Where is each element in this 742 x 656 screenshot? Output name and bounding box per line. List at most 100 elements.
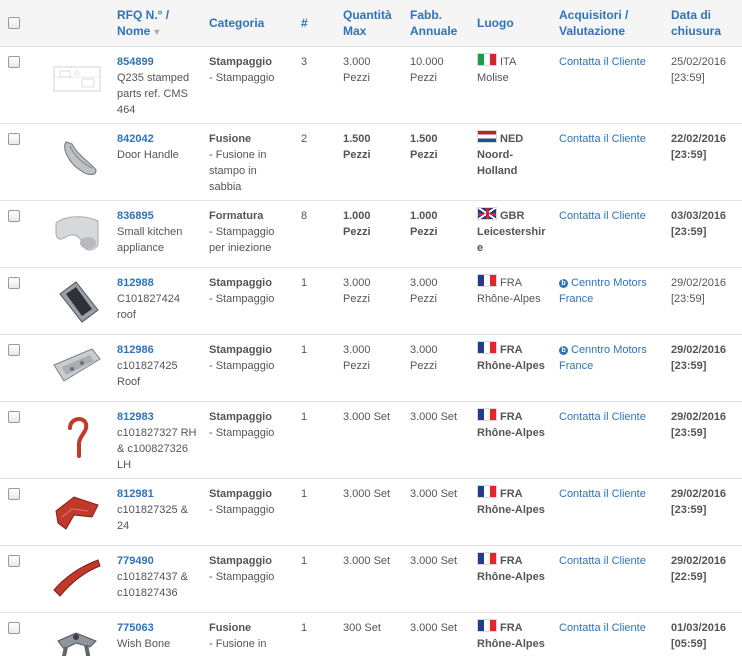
part-thumbnail[interactable] [52, 621, 102, 656]
header-buyers-rating[interactable]: Acquisitori / Valutazione [559, 7, 628, 39]
part-thumbnail[interactable] [52, 487, 102, 537]
subcategory-label: - Fusione in [209, 638, 267, 650]
count-value: 1 [301, 411, 308, 423]
row-checkbox[interactable] [8, 488, 20, 500]
contact-client-link: Contatta il Cliente [559, 133, 646, 145]
row-checkbox[interactable] [8, 210, 20, 222]
buyer-name-link: France [559, 293, 594, 305]
header-rfq-name[interactable]: RFQ N.° / Nome ▼ [117, 7, 169, 40]
header-annual-need[interactable]: Fabb. Annuale [410, 7, 457, 39]
category-label: Fusione [209, 133, 252, 145]
sort-desc-icon[interactable]: ▼ [152, 27, 161, 37]
table-row[interactable]: 842042 Door Handle Fusione - Fusione in stam… [0, 124, 742, 201]
rfq-name: LH [117, 459, 132, 471]
category-cell: Formatura - Stampaggio per iniezione [209, 208, 299, 256]
rfq-cell[interactable]: 854899 Q235 stamped parts ref. CMS 464 [117, 54, 207, 118]
part-thumbnail[interactable] [52, 554, 102, 604]
table-row[interactable]: 812981 c101827325 & 24 Stampaggio - Stampagg… [0, 479, 742, 546]
row-checkbox[interactable] [8, 277, 20, 289]
max-quantity-value: Pezzi [343, 360, 370, 372]
country-code: GBR [500, 210, 525, 222]
part-thumbnail[interactable] [52, 343, 102, 393]
table-header: RFQ N.° / Nome ▼ Categoria # Quantità Max… [0, 0, 742, 47]
table-row[interactable]: 812988 C101827424 roof Stampaggio - Stampagg… [0, 268, 742, 335]
buyer-cell[interactable]: Contatta il Cliente [559, 486, 669, 502]
subcategory-label: - Stampaggio [209, 293, 275, 305]
header-closing-date[interactable]: Data di chiusura [671, 7, 721, 39]
header-count[interactable]: # [301, 15, 308, 31]
annual-need-cell: 1.500 Pezzi [410, 131, 474, 163]
header-place[interactable]: Luogo [477, 15, 514, 31]
header-max-quantity[interactable]: Quantità Max [343, 7, 392, 39]
rfq-name: 24 [117, 520, 130, 532]
annual-need-value: 3.000 [410, 277, 438, 289]
buyer-cell[interactable]: Contatta il Cliente [559, 620, 669, 636]
category-cell: Stampaggio - Stampaggio [209, 486, 299, 518]
rfq-name: roof [117, 309, 136, 321]
buyer-cell[interactable]: b Cenntro Motors France [559, 342, 669, 374]
row-checkbox[interactable] [8, 555, 20, 567]
row-checkbox[interactable] [8, 622, 20, 634]
part-thumbnail[interactable] [52, 55, 102, 105]
part-thumbnail[interactable] [52, 209, 102, 259]
annual-need-value: 1.500 [410, 133, 438, 145]
select-all-checkbox[interactable] [8, 17, 20, 29]
closing-date-cell: 25/02/2016 [23:59] [671, 54, 741, 86]
rfq-cell[interactable]: 836895 Small kitchen appliance [117, 208, 207, 256]
max-quantity-value: 1.500 [343, 133, 371, 145]
table-row[interactable]: 854899 Q235 stamped parts ref. CMS 464 Stamp… [0, 47, 742, 124]
row-checkbox[interactable] [8, 56, 20, 68]
max-quantity-value: Pezzi [343, 72, 370, 84]
closing-date-cell: 29/02/2016 [23:59] [671, 342, 741, 374]
buyer-cell[interactable]: Contatta il Cliente [559, 553, 669, 569]
row-checkbox[interactable] [8, 133, 20, 145]
row-checkbox[interactable] [8, 411, 20, 423]
rfq-cell[interactable]: 812986 c101827425 Roof [117, 342, 207, 390]
contact-client-link: Contatta il Cliente [559, 555, 646, 567]
rfq-number-link: 842042 [117, 133, 154, 145]
rfq-cell[interactable]: 812988 C101827424 roof [117, 275, 207, 323]
rfq-cell[interactable]: 812983 c101827327 RH & c100827326 LH [117, 409, 207, 473]
annual-need-cell: 10.000 Pezzi [410, 54, 474, 86]
row-checkbox[interactable] [8, 344, 20, 356]
category-label: Stampaggio [209, 56, 272, 68]
annual-need-value: Pezzi [410, 293, 437, 305]
rfq-cell[interactable]: 842042 Door Handle [117, 131, 207, 163]
closing-date: 29/02/2016 [671, 555, 727, 567]
rfq-cell[interactable]: 775063 Wish Bone [117, 620, 207, 652]
annual-need-value: 3.000 Set [410, 555, 458, 567]
france-flag-icon [477, 619, 497, 632]
closing-date: 03/03/2016 [671, 210, 727, 222]
table-row[interactable]: 836895 Small kitchen appliance Formatura - S… [0, 201, 742, 268]
buyer-name-link: Cenntro Motors [571, 277, 647, 289]
table-row[interactable]: 812983 c101827327 RH & c100827326 LH Stampag… [0, 402, 742, 479]
buyer-cell[interactable]: b Cenntro Motors France [559, 275, 669, 307]
rfq-name: Q235 stamped [117, 72, 190, 84]
buyer-cell[interactable]: Contatta il Cliente [559, 409, 669, 425]
table-row[interactable]: 779490 c101827437 & c101827436 Stampaggio - … [0, 546, 742, 613]
france-flag-icon [477, 552, 497, 565]
part-thumbnail[interactable] [52, 132, 102, 182]
closing-date: 25/02/2016 [671, 56, 727, 68]
header-category[interactable]: Categoria [209, 15, 264, 31]
table-row[interactable]: 812986 c101827425 Roof Stampaggio - Stampagg… [0, 335, 742, 402]
subcategory-label: per iniezione [209, 242, 272, 254]
table-row[interactable]: 775063 Wish Bone Fusione - Fusione in 1 300 S… [0, 613, 742, 656]
closing-time: [23:59] [671, 427, 707, 439]
buyer-cell[interactable]: Contatta il Cliente [559, 208, 669, 224]
count-value: 1 [301, 488, 308, 500]
annual-need-cell: 3.000 Set [410, 553, 474, 569]
header-name-label: Nome [117, 24, 151, 38]
annual-need-value: Pezzi [410, 149, 438, 161]
place-cell: GBR Leicestershir e [477, 207, 557, 256]
part-thumbnail[interactable] [52, 276, 102, 326]
header-buyers-line2: Valutazione [559, 24, 626, 38]
part-thumbnail[interactable] [52, 410, 102, 460]
header-close-line1: Data di [671, 8, 712, 22]
rfq-cell[interactable]: 779490 c101827437 & c101827436 [117, 553, 207, 601]
rfq-number-link: 779490 [117, 555, 154, 567]
buyer-cell[interactable]: Contatta il Cliente [559, 131, 669, 147]
buyer-cell[interactable]: Contatta il Cliente [559, 54, 669, 70]
rfq-number-link: 812981 [117, 488, 154, 500]
rfq-cell[interactable]: 812981 c101827325 & 24 [117, 486, 207, 534]
